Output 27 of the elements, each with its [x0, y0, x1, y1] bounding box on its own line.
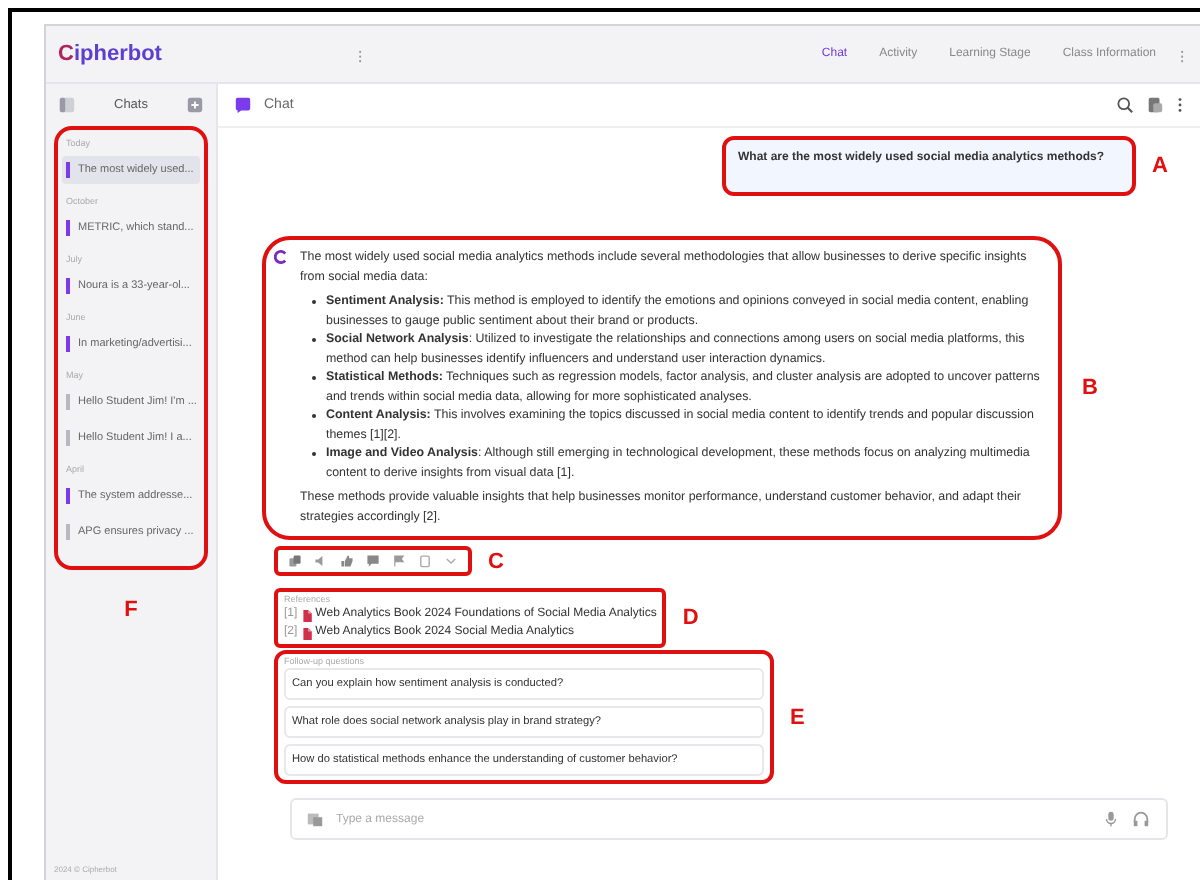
attachment-icon[interactable]: [306, 810, 324, 828]
pdf-file-icon: [301, 609, 312, 621]
thumbs-up-icon[interactable]: [340, 554, 354, 568]
sidebar-toggle-icon[interactable]: [58, 96, 76, 114]
separator: ⁝: [358, 45, 362, 65]
comment-icon[interactable]: [366, 554, 380, 568]
clipboard-icon[interactable]: [418, 554, 432, 568]
annotation-label: A: [1152, 154, 1168, 178]
microphone-icon[interactable]: [1102, 810, 1120, 828]
annotation-label: E: [790, 705, 805, 729]
annotation-label: D: [682, 606, 699, 630]
new-chat-icon[interactable]: [185, 96, 204, 114]
chat-bubble-icon: [234, 96, 252, 114]
more-icon[interactable]: [1176, 96, 1184, 114]
pdf-file-icon: [301, 627, 312, 639]
logo: Cipherbot: [58, 42, 164, 66]
chevron-down-icon[interactable]: [444, 554, 458, 568]
document-icon[interactable]: [1146, 96, 1164, 114]
copy-icon[interactable]: [288, 554, 302, 568]
search-icon[interactable]: [1116, 96, 1134, 114]
annotation-label: B: [1082, 376, 1098, 400]
flag-icon[interactable]: [392, 554, 406, 568]
headphones-icon[interactable]: [1132, 810, 1150, 828]
bot-logo-icon: [274, 250, 288, 264]
annotation-label: F: [124, 598, 138, 622]
annotation-label: C: [488, 549, 504, 573]
speaker-icon[interactable]: [314, 554, 328, 568]
